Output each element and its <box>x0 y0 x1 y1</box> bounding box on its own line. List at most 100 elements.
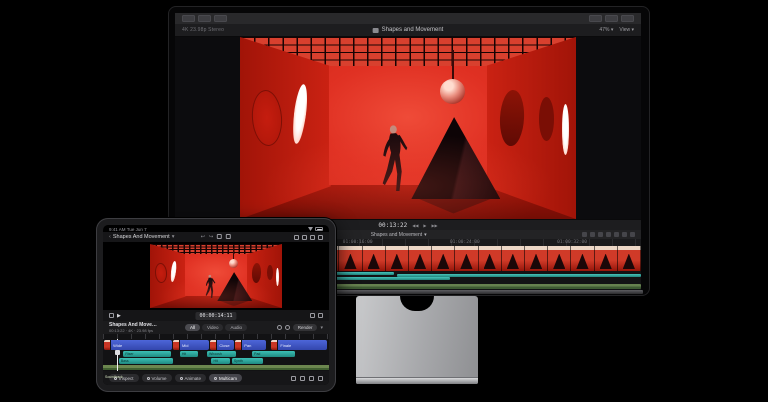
viewer-header: 4K 23.98p Stereo Shapes and Movement 47%… <box>175 24 641 37</box>
chevron-down-icon: ▾ <box>171 234 175 240</box>
clip-thumbnail[interactable] <box>617 246 641 271</box>
audio-clip[interactable]: Pad <box>252 351 296 357</box>
redo-icon[interactable]: ↪ <box>209 234 213 240</box>
thumbnail-pyramid <box>622 253 635 269</box>
clip-thumbnail[interactable] <box>525 246 549 271</box>
undo-icon[interactable]: ↩ <box>201 234 205 240</box>
clip-thumbnail[interactable] <box>571 246 595 271</box>
sidebar-toggle-button[interactable] <box>182 15 195 22</box>
dock-button-icon <box>214 376 218 380</box>
clip-thumbnail[interactable] <box>362 246 386 271</box>
thumbnail-pyramid <box>506 253 519 269</box>
inspector-toggle-button[interactable] <box>621 15 634 22</box>
timeline-project-info: Shapes And Movement 00:13:22 · 4K · 23.9… <box>109 322 161 333</box>
ipad-bottom-toolbar: Inspect Volume Animate Multicam <box>103 371 329 385</box>
filter-tab-audio[interactable]: Audio <box>225 324 247 331</box>
skip-forward-icon[interactable]: ▶▶ <box>431 223 437 228</box>
snapping-icon[interactable] <box>630 232 635 237</box>
clip-label: Hit <box>181 352 187 356</box>
play-icon[interactable]: ▶ <box>117 313 121 319</box>
solo-icon[interactable] <box>622 232 627 237</box>
audio-clip[interactable]: Whoosh <box>206 351 237 357</box>
filter-tab-video[interactable]: Video <box>202 324 224 331</box>
share-icon[interactable] <box>310 234 315 240</box>
clip-thumbnail[interactable] <box>455 246 479 271</box>
audio-clip[interactable]: Hit <box>211 358 230 364</box>
video-clip[interactable]: Wide <box>104 340 172 350</box>
clip-thumbnail[interactable] <box>409 246 433 271</box>
room-gloss <box>240 37 576 219</box>
ipad-transport-bar: ▶ 00:00:14:11 <box>103 310 329 321</box>
ruler-tick-label: 01:00:16:00 <box>342 240 373 245</box>
audio-skim-icon[interactable] <box>614 232 619 237</box>
skimming-icon[interactable] <box>606 232 611 237</box>
zoom-fit-icon[interactable] <box>598 232 603 237</box>
wifi-icon <box>308 227 313 231</box>
display-options-icon[interactable] <box>302 234 307 240</box>
final-cut-pro-ipad-app: 9:41 AM Tue Jun 7 ‹ Shapes And Movement … <box>103 225 329 385</box>
dock-button-volume[interactable]: Volume <box>141 374 172 382</box>
clip-thumbnail[interactable] <box>385 246 410 271</box>
clip-thumbnail[interactable] <box>594 246 618 271</box>
dock-button-animate[interactable]: Animate <box>174 374 207 382</box>
clip-thumbnail[interactable] <box>339 246 363 271</box>
keyboard-icon[interactable] <box>309 375 314 381</box>
thumbnail-pyramid <box>390 253 403 269</box>
status-time: 9:41 AM <box>109 226 126 232</box>
zoom-out-icon[interactable] <box>310 313 315 318</box>
audio-clip[interactable]: Bass <box>118 358 174 364</box>
audio-clip[interactable]: Riser <box>123 351 171 357</box>
timeline-layout-button[interactable] <box>605 15 618 22</box>
display-stand <box>356 296 478 384</box>
titles-browser-icon[interactable] <box>226 234 232 239</box>
skip-back-icon[interactable]: ◀◀ <box>412 223 418 228</box>
clip-thumbnail[interactable] <box>501 246 526 271</box>
video-clip[interactable]: Close <box>210 340 235 350</box>
clip-thumbnail[interactable] <box>478 246 502 271</box>
project-back-button[interactable]: ‹ Shapes And Movement ▾ <box>109 234 174 240</box>
keyword-editor-button[interactable] <box>214 15 227 22</box>
video-clip[interactable]: Finale <box>271 340 327 350</box>
import-media-button[interactable] <box>198 15 211 22</box>
play-icon[interactable]: ▶ <box>423 223 426 228</box>
clip-thumbnail <box>235 340 243 350</box>
dock-button-multicam[interactable]: Multicam <box>209 374 243 382</box>
settings-icon[interactable] <box>294 234 299 240</box>
video-clip[interactable]: Pan <box>235 340 266 350</box>
ruler-tick-label: 01:00:32:00 <box>557 240 587 245</box>
jog-wheel-icon[interactable] <box>109 313 114 318</box>
clip-appearance-icon[interactable] <box>590 232 595 237</box>
clip-thumbnail[interactable] <box>432 246 456 271</box>
thumbnail-pyramid <box>413 253 427 269</box>
viewer-zoom-menu[interactable]: 47% ▾ <box>599 27 613 33</box>
thumbnail-pyramid <box>576 253 589 269</box>
camera-icon[interactable] <box>300 375 305 381</box>
thumbnail-pyramid <box>553 253 566 269</box>
dock-button-label: Volume <box>151 375 167 381</box>
fullscreen-icon[interactable] <box>318 375 323 381</box>
thumbnail-pyramid <box>529 253 543 269</box>
voiceover-mic-icon[interactable] <box>291 375 296 381</box>
trim-tool-icon[interactable] <box>582 232 587 237</box>
zoom-in-icon[interactable] <box>318 313 323 318</box>
more-icon[interactable] <box>318 234 323 240</box>
viewer-view-menu[interactable]: View ▾ <box>619 27 634 33</box>
chevron-down-icon[interactable]: ▾ <box>320 325 323 331</box>
video-clip[interactable]: Mid <box>173 340 210 350</box>
desk-scene: 4K 23.98p Stereo Shapes and Movement 47%… <box>0 0 768 402</box>
ruler-tick-label: 01:00:24:00 <box>449 240 480 245</box>
timeline-tab[interactable]: Shapes and Movement ▾ <box>371 232 427 238</box>
browser-layout-button[interactable] <box>589 15 602 22</box>
clip-thumbnail <box>210 340 218 350</box>
filter-tab-all[interactable]: All <box>185 324 201 331</box>
skimming-icon[interactable] <box>276 325 282 330</box>
stand-base <box>356 377 478 384</box>
clip-thumbnail[interactable] <box>548 246 572 271</box>
render-button[interactable]: Render <box>292 324 318 331</box>
media-browser-icon[interactable] <box>217 234 223 239</box>
snapping-icon[interactable] <box>284 325 290 330</box>
music-track[interactable]: Soundtrack <box>103 365 329 379</box>
audio-clip[interactable]: Hit <box>179 351 198 357</box>
clip-thumbnail <box>104 340 112 350</box>
audio-clip[interactable]: Synth <box>231 358 264 364</box>
